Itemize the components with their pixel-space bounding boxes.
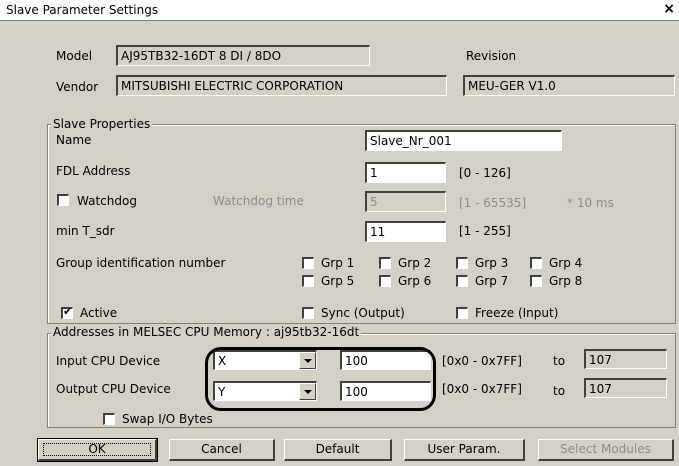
sync-checkbox[interactable] — [302, 307, 314, 319]
slave-properties-title: Slave Properties — [51, 117, 153, 131]
ok-button[interactable]: OK — [37, 438, 158, 462]
select-modules-button[interactable]: Select Modules — [538, 439, 674, 461]
grp1-label: Grp 1 — [321, 256, 355, 270]
highlight-annotation — [205, 347, 436, 411]
grp6-checkbox[interactable] — [379, 275, 391, 287]
grp1-checkbox[interactable] — [302, 257, 314, 269]
grp2-label: Grp 2 — [398, 256, 432, 270]
input-cpu-label: Input CPU Device — [56, 354, 161, 368]
active-label: Active — [80, 306, 118, 320]
input-end-address: 107 — [584, 349, 667, 369]
addresses-title: Addresses in MELSEC CPU Memory : aj95tb3… — [51, 325, 362, 339]
user-param-button[interactable]: User Param. — [404, 439, 525, 461]
output-to-label: to — [553, 384, 566, 398]
watchdog-unit: * 10 ms — [567, 196, 614, 210]
grp5-label: Grp 5 — [321, 274, 355, 288]
model-field: AJ95TB32-16DT 8 DI / 8DO — [116, 45, 370, 66]
grp8-checkbox[interactable] — [530, 275, 542, 287]
input-to-label: to — [553, 354, 566, 368]
grp3-label: Grp 3 — [475, 256, 509, 270]
close-icon[interactable]: × — [663, 1, 675, 17]
check-icon: ✔ — [63, 305, 73, 318]
output-end-address: 107 — [584, 378, 667, 398]
watchdog-checkbox[interactable] — [57, 194, 69, 206]
model-label: Model — [56, 49, 93, 63]
output-range: [0x0 - 0x7FF] — [442, 382, 522, 396]
grp5-checkbox[interactable] — [302, 275, 314, 287]
grp8-label: Grp 8 — [549, 274, 583, 288]
grp4-label: Grp 4 — [549, 256, 583, 270]
vendor-field: MITSUBISHI ELECTRIC CORPORATION — [116, 75, 447, 96]
revision-field: MEU-GER V1.0 — [463, 75, 675, 96]
grp2-checkbox[interactable] — [379, 257, 391, 269]
fdl-address-label: FDL Address — [56, 164, 131, 178]
swap-io-label: Swap I/O Bytes — [122, 412, 213, 426]
revision-label: Revision — [466, 49, 517, 63]
watchdog-label: Watchdog — [77, 194, 137, 208]
window-title: Slave Parameter Settings — [6, 3, 159, 17]
name-input[interactable]: Slave_Nr_001 — [365, 130, 562, 151]
grp4-checkbox[interactable] — [530, 257, 542, 269]
group-id-label: Group identification number — [56, 256, 226, 270]
grp7-checkbox[interactable] — [456, 275, 468, 287]
grp6-label: Grp 6 — [398, 274, 432, 288]
focus-rect — [43, 443, 151, 456]
output-cpu-label: Output CPU Device — [56, 382, 171, 396]
freeze-label: Freeze (Input) — [475, 306, 559, 320]
active-checkbox[interactable]: ✔ — [61, 305, 73, 319]
input-range: [0x0 - 0x7FF] — [442, 354, 522, 368]
watchdog-time-range: [1 - 65535] — [459, 196, 527, 210]
vendor-label: Vendor — [56, 80, 99, 94]
watchdog-time-input[interactable]: 5 — [365, 191, 446, 212]
freeze-checkbox[interactable] — [456, 307, 468, 319]
grp3-checkbox[interactable] — [456, 257, 468, 269]
name-label: Name — [56, 133, 92, 147]
sync-label: Sync (Output) — [321, 306, 405, 320]
fdl-address-input[interactable]: 1 — [365, 162, 446, 183]
grp7-label: Grp 7 — [475, 274, 509, 288]
min-tsdr-input[interactable]: 11 — [365, 221, 446, 242]
watchdog-time-label: Watchdog time — [213, 194, 304, 208]
title-bar[interactable]: Slave Parameter Settings × — [0, 0, 679, 21]
default-button[interactable]: Default — [284, 439, 392, 461]
min-tsdr-range: [1 - 255] — [459, 224, 511, 238]
cancel-button[interactable]: Cancel — [169, 439, 275, 461]
fdl-range: [0 - 126] — [459, 166, 511, 180]
min-tsdr-label: min T_sdr — [56, 224, 115, 238]
dialog-window: Slave Parameter Settings × Model AJ95TB3… — [0, 0, 679, 466]
slave-properties-group — [47, 124, 676, 324]
swap-io-checkbox[interactable] — [103, 413, 115, 425]
